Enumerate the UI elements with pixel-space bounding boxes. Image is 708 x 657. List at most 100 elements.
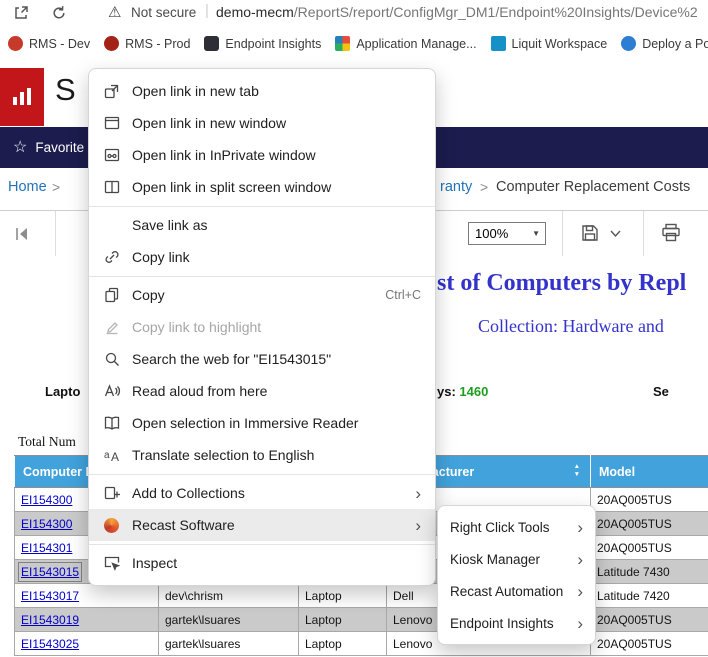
url-text[interactable]: demo-mecm/ReportS/report/ConfigMgr_DM1/E… [216,4,708,20]
menu-item-open-link-new-window[interactable]: Open link in new window [89,107,435,139]
chassis-cell: Laptop [299,608,387,632]
url-domain: demo-mecm [216,4,294,20]
menu-item-copy[interactable]: Copy Ctrl+C [89,279,435,311]
bar-chart-icon [9,84,35,110]
toolbar-divider [643,211,644,257]
days-label: ys: [437,384,456,399]
menu-separator [89,276,435,277]
svg-text:A: A [111,450,119,464]
user-cell: gartek\lsuares [159,632,299,656]
screen: ⚠ Not secure | demo-mecm/ReportS/report/… [0,0,708,657]
export-save-icon[interactable] [580,223,600,243]
report-server-logo[interactable] [0,68,44,126]
computer-link[interactable]: EI1543025 [21,637,79,651]
bookmark-rms-prod[interactable]: RMS - Prod [104,36,190,51]
browser-address-bar: ⚠ Not secure | demo-mecm/ReportS/report/… [0,0,708,28]
toolbar-divider [562,211,563,257]
submenu-arrow-icon: › [577,519,583,536]
computer-link[interactable]: EI154301 [21,541,72,555]
report-subtitle: Collection: Hardware and [478,316,664,337]
computer-link[interactable]: EI1543019 [21,613,79,627]
total-label: Total Num [18,434,76,450]
replacement-days: ys: 1460 [437,384,488,399]
refresh-icon[interactable] [50,4,68,22]
submenu-item-endpoint-insights[interactable]: Endpoint Insights › [438,607,595,639]
chassis-cell: Laptop [299,632,387,656]
inspect-icon [102,554,121,573]
menu-item-read-aloud[interactable]: Read aloud from here [89,375,435,407]
deploy-favicon-icon [621,36,636,51]
bookmark-label: RMS - Dev [29,37,90,51]
favorites-label[interactable]: Favorite [35,140,84,155]
zoom-select[interactable]: 100% ▼ [468,222,546,245]
link-icon [102,248,121,267]
export-chevron-icon[interactable] [610,230,621,238]
share-icon[interactable] [12,4,30,22]
highlighter-icon [102,318,121,337]
submenu-arrow-icon: › [415,485,421,502]
submenu-item-recast-automation[interactable]: Recast Automation › [438,575,595,607]
days-value: 1460 [459,384,488,399]
bookmark-endpoint-insights[interactable]: Endpoint Insights [204,36,321,51]
sort-icon[interactable]: ▲▼ [574,464,580,478]
shortcut-label: Ctrl+C [385,288,421,302]
bookmark-rms-dev[interactable]: RMS - Dev [8,36,90,51]
menu-item-recast-software[interactable]: Recast Software › [89,509,435,541]
inprivate-icon [102,146,121,165]
computer-link-focused[interactable]: EI1543015 [21,565,79,579]
security-label[interactable]: Not secure [131,5,196,20]
bookmark-label: Endpoint Insights [225,37,321,51]
menu-item-open-link-split-screen[interactable]: Open link in split screen window [89,171,435,203]
computer-link[interactable]: EI154300 [21,493,72,507]
menu-item-immersive-reader[interactable]: Open selection in Immersive Reader [89,407,435,439]
computer-link[interactable]: EI1543017 [21,589,79,603]
menu-item-open-link-new-tab[interactable]: Open link in new tab [89,75,435,107]
liquit-favicon-icon [491,36,506,51]
model-cell: Latitude 7420 [591,584,708,608]
no-icon [102,216,121,235]
first-page-icon[interactable] [12,224,32,244]
model-cell: Latitude 7430 [591,560,708,584]
star-icon[interactable]: ☆ [13,140,27,156]
endpoint-insights-favicon-icon [204,36,219,51]
menu-item-copy-link[interactable]: Copy link [89,241,435,273]
menu-item-search-web[interactable]: Search the web for "EI1543015" [89,343,435,375]
bookmark-label: Liquit Workspace [512,37,608,51]
menu-item-open-link-inprivate[interactable]: Open link in InPrivate window [89,139,435,171]
menu-separator [89,206,435,207]
menu-item-save-link-as[interactable]: Save link as [89,209,435,241]
submenu-arrow-icon: › [577,583,583,600]
submenu-arrow-icon: › [415,517,421,534]
menu-item-add-to-collections[interactable]: Add to Collections › [89,477,435,509]
collections-icon [102,484,121,503]
recast-submenu: Right Click Tools › Kiosk Manager › Reca… [437,505,596,645]
breadcrumb-home[interactable]: Home [8,179,47,195]
menu-item-translate[interactable]: a A Translate selection to English [89,439,435,471]
submenu-item-kiosk-manager[interactable]: Kiosk Manager › [438,543,595,575]
warning-icon: ⚠ [108,3,121,23]
model-cell: 20AQ005TUS [591,608,708,632]
site-title: S [55,72,76,108]
computer-link[interactable]: EI154300 [21,517,72,531]
menu-item-copy-link-to-highlight: Copy link to highlight [89,311,435,343]
bookmark-liquit-workspace[interactable]: Liquit Workspace [491,36,608,51]
rms-dev-favicon-icon [8,36,23,51]
breadcrumb-separator: > [480,179,488,195]
submenu-arrow-icon: › [577,615,583,632]
report-title: st of Computers by Repl [437,270,686,297]
bookmark-deploy-a-power[interactable]: Deploy a Power [621,36,708,51]
immersive-reader-icon [102,414,121,433]
bookmark-label: Deploy a Power [642,37,708,51]
breadcrumb-warranty[interactable]: ranty [440,179,472,195]
chevron-down-icon: ▼ [532,229,540,238]
table-row: EI1543025 gartek\lsuares Laptop Lenovo 2… [15,632,708,656]
context-menu: Open link in new tab Open link in new wi… [88,68,436,586]
print-icon[interactable] [660,223,682,243]
submenu-item-right-click-tools[interactable]: Right Click Tools › [438,511,595,543]
menu-item-inspect[interactable]: Inspect [89,547,435,579]
toolbar-divider [55,211,56,257]
menu-separator [89,474,435,475]
recast-icon [102,516,121,535]
report-right-label: Se [653,384,669,399]
bookmark-application-manager[interactable]: Application Manage... [335,36,476,51]
